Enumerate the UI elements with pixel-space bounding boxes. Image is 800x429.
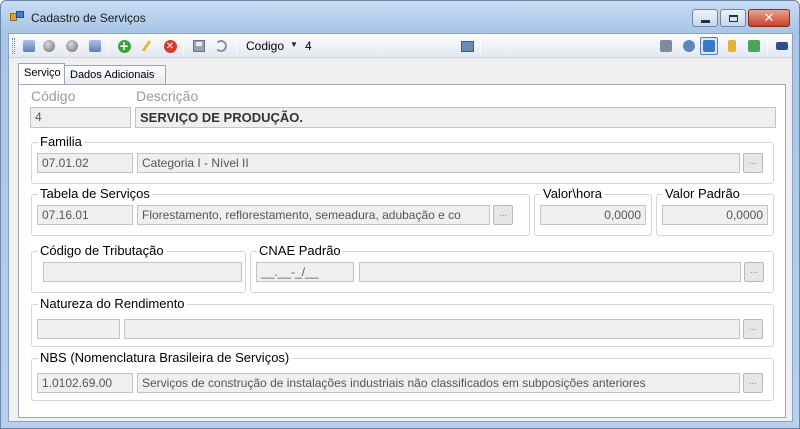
descricao-label: Descrição (136, 88, 199, 104)
cnae-lookup-button[interactable]: ... (744, 262, 764, 282)
search-field-dropdown[interactable]: Codigo (246, 39, 284, 53)
familia-group: Familia 07.01.02 Categoria I - Nível II … (31, 134, 774, 184)
tabela-group: Tabela de Serviços 07.16.01 Florestament… (31, 186, 530, 236)
previous-icon (43, 40, 55, 52)
familia-lookup-button[interactable]: ... (743, 153, 763, 173)
add-icon: + (117, 38, 131, 53)
dropdown-arrow-icon[interactable]: ▼ (290, 40, 298, 49)
cnae-code-field[interactable]: __.__-_/__ (256, 262, 354, 282)
tabela-title: Tabela de Serviços (38, 186, 152, 201)
nbs-code-field[interactable]: 1.0102.69.00 (37, 373, 133, 393)
minimize-icon (700, 19, 710, 23)
close-button[interactable]: ✕ (748, 9, 790, 27)
next-record-button[interactable] (63, 37, 81, 55)
maximize-icon (728, 14, 738, 22)
magnifier-icon (683, 40, 695, 52)
export-button[interactable] (745, 37, 763, 55)
last-record-button[interactable] (86, 37, 104, 55)
nbs-group: NBS (Nomenclatura Brasileira de Serviços… (31, 350, 774, 401)
cnae-group: CNAE Padrão __.__-_/__ ... (250, 243, 774, 293)
codigo-field[interactable]: 4 (30, 107, 131, 128)
save-button[interactable] (190, 37, 208, 55)
cnae-title: CNAE Padrão (257, 243, 343, 258)
first-record-button[interactable] (20, 37, 38, 55)
valor-hora-field[interactable]: 0,0000 (540, 205, 646, 225)
app-window: Cadastro de Serviços ✕ + ✕ Codigo ▼ 4 Se… (0, 0, 800, 429)
search-input[interactable] (302, 37, 452, 55)
app-icon (10, 11, 24, 23)
tributacao-group: Código de Tributação (31, 243, 246, 293)
filter-button[interactable] (723, 37, 741, 55)
tabela-lookup-button[interactable]: ... (493, 205, 513, 225)
find-button[interactable] (680, 37, 698, 55)
toolbar-separator (236, 38, 237, 54)
exit-icon (776, 42, 788, 50)
natureza-description-field[interactable] (124, 319, 740, 339)
refresh-icon (703, 40, 715, 52)
tabela-description-field[interactable]: Florestamento, reflorestamento, semeadur… (137, 205, 490, 225)
search-icon (460, 40, 474, 52)
natureza-title: Natureza do Rendimento (38, 296, 187, 311)
close-icon: ✕ (763, 10, 775, 26)
refresh-button[interactable] (700, 37, 718, 55)
minimize-button[interactable] (692, 9, 718, 27)
edit-icon (141, 40, 153, 52)
list-icon (660, 40, 672, 52)
list-button[interactable] (657, 37, 675, 55)
window-title: Cadastro de Serviços (31, 11, 146, 25)
cnae-description-field[interactable] (359, 262, 741, 282)
new-button[interactable]: + (115, 37, 133, 55)
natureza-code-field[interactable] (37, 319, 120, 339)
tributacao-field[interactable] (43, 262, 242, 282)
familia-code-field[interactable]: 07.01.02 (37, 153, 133, 173)
previous-record-button[interactable] (40, 37, 58, 55)
toolbar-separator (767, 38, 768, 54)
undo-button[interactable] (212, 37, 230, 55)
valor-padrao-title: Valor Padrão (663, 186, 742, 201)
valor-hora-group: Valor\hora 0,0000 (534, 186, 652, 236)
tabela-code-field[interactable]: 07.16.01 (37, 205, 133, 225)
next-icon (66, 40, 78, 52)
toolbar-separator (480, 38, 481, 54)
delete-icon: ✕ (163, 39, 177, 53)
toolbar-grip[interactable] (12, 38, 15, 54)
client-area: + ✕ Codigo ▼ Serviço Dados Adicionais (8, 33, 793, 422)
search-button[interactable] (458, 37, 476, 55)
tab-servico[interactable]: Serviço (18, 63, 65, 84)
first-icon (23, 40, 35, 52)
delete-button[interactable]: ✕ (161, 37, 179, 55)
save-icon (193, 40, 205, 52)
tributacao-title: Código de Tributação (38, 243, 166, 258)
maximize-button[interactable] (720, 9, 746, 27)
last-icon (89, 40, 101, 52)
filter-icon (728, 40, 736, 52)
familia-description-field[interactable]: Categoria I - Nível II (137, 153, 740, 173)
exit-button[interactable] (773, 37, 791, 55)
edit-button[interactable] (138, 37, 156, 55)
nbs-lookup-button[interactable]: ... (743, 373, 763, 393)
descricao-field[interactable]: SERVIÇO DE PRODUÇÃO. (135, 107, 776, 128)
nbs-title: NBS (Nomenclatura Brasileira de Serviços… (38, 350, 292, 365)
tab-panel-servico: Código Descrição 4 SERVIÇO DE PRODUÇÃO. … (18, 84, 786, 418)
familia-title: Familia (38, 134, 84, 149)
valor-hora-title: Valor\hora (541, 186, 605, 201)
toolbar-separator (183, 38, 184, 54)
valor-padrao-group: Valor Padrão 0,0000 (656, 186, 774, 236)
undo-icon (215, 40, 227, 52)
natureza-group: Natureza do Rendimento ... (31, 296, 774, 347)
codigo-label: Código (31, 88, 76, 104)
toolbar-separator (108, 38, 109, 54)
export-icon (748, 40, 760, 52)
title-bar[interactable]: Cadastro de Serviços ✕ (1, 1, 799, 33)
tab-dados-adicionais[interactable]: Dados Adicionais (64, 65, 166, 84)
natureza-lookup-button[interactable]: ... (743, 319, 763, 339)
nbs-description-field[interactable]: Serviços de construção de instalações in… (137, 373, 740, 393)
toolbar: + ✕ Codigo ▼ (9, 34, 792, 58)
valor-padrao-field[interactable]: 0,0000 (662, 205, 768, 225)
